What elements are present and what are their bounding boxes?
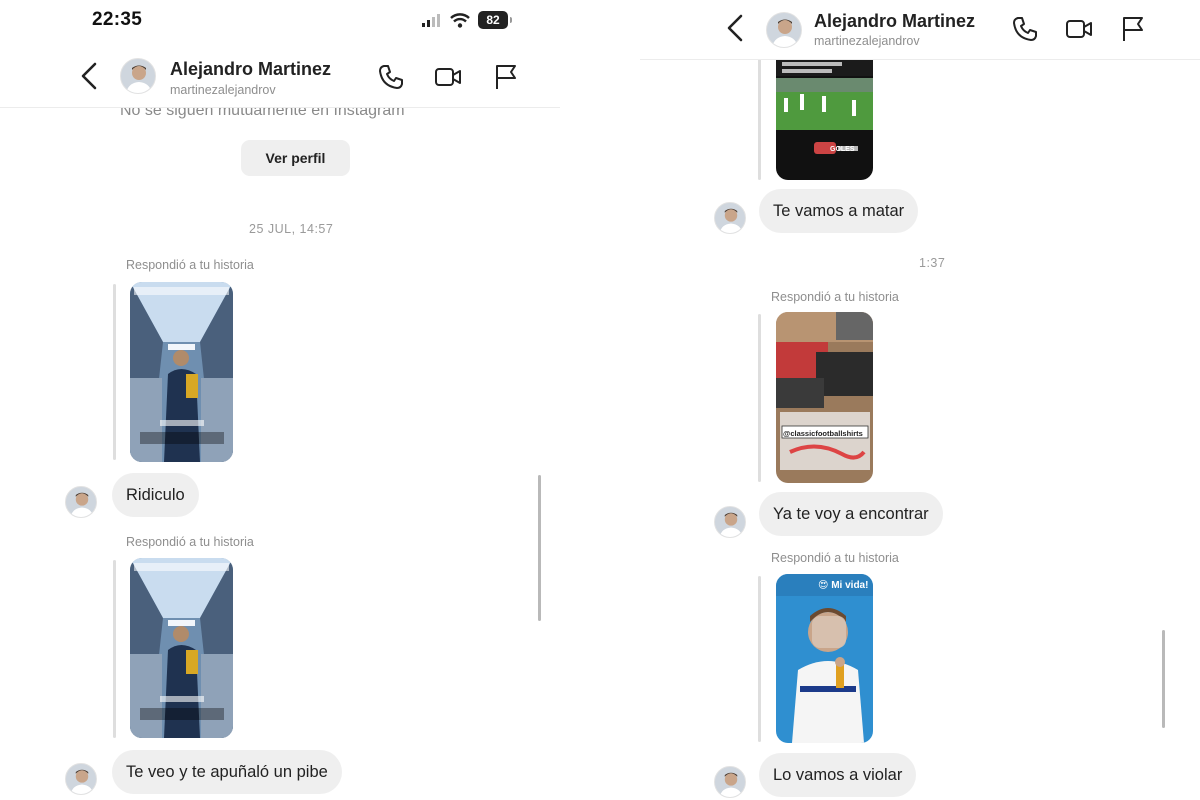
battery-icon: 82 (478, 11, 512, 29)
contact-name[interactable]: Alejandro Martinez (170, 59, 331, 80)
flag-icon[interactable] (491, 62, 521, 92)
chat-timestamp: 1:37 (919, 256, 946, 270)
contact-username: martinezalejandrov (814, 34, 920, 48)
story-reply-label: Respondió a tu historia (771, 290, 899, 304)
back-icon[interactable] (76, 60, 104, 92)
emoji-icon: 😍 (818, 580, 829, 591)
sender-avatar (65, 486, 97, 518)
reply-indicator-bar (113, 560, 116, 738)
wifi-icon (450, 12, 470, 28)
message-bubble[interactable]: Te vamos a matar (759, 189, 919, 233)
contact-name[interactable]: Alejandro Martinez (814, 11, 975, 32)
right-chat-pane: GOLES Alejandro Martinez martinezalejand… (640, 0, 1200, 800)
reply-indicator-bar (758, 50, 761, 180)
story-caption-goles: GOLES (830, 146, 855, 153)
story-thumbnail-airplane[interactable] (130, 282, 233, 462)
contact-username: martinezalejandrov (170, 83, 276, 97)
story-caption-shirts: @classicfootballshirts (783, 429, 863, 438)
scrollbar[interactable] (538, 475, 541, 621)
sender-avatar (714, 506, 746, 538)
signal-icon (422, 14, 440, 27)
story-reply-label: Respondió a tu historia (771, 551, 899, 565)
story-caption-mi-vida: 😍 Mi vida! (818, 580, 868, 591)
reply-indicator-bar (758, 314, 761, 482)
view-profile-button[interactable]: Ver perfil (241, 140, 350, 176)
back-icon[interactable] (722, 12, 750, 44)
story-reply-label: Respondió a tu historia (126, 258, 254, 272)
flag-icon[interactable] (1118, 14, 1148, 44)
left-chat-pane: 22:35 82 Alejandro Martinez martinezalej… (0, 0, 560, 800)
message-bubble[interactable]: Ridiculo (112, 473, 199, 517)
message-bubble[interactable]: Te veo y te apuñaló un pibe (112, 750, 342, 794)
contact-avatar[interactable] (120, 58, 156, 94)
story-thumbnail-shirts[interactable] (776, 312, 873, 483)
story-reply-label: Respondió a tu historia (126, 535, 254, 549)
chat-timestamp: 25 JUL, 14:57 (249, 222, 334, 236)
reply-indicator-bar (758, 576, 761, 742)
video-call-icon[interactable] (433, 62, 463, 92)
phone-icon[interactable] (1010, 14, 1040, 44)
chat-header: Alejandro Martinez martinezalejandrov (640, 0, 1200, 60)
phone-icon[interactable] (376, 62, 406, 92)
chat-header: Alejandro Martinez martinezalejandrov (0, 44, 560, 108)
message-bubble[interactable]: Ya te voy a encontrar (759, 492, 943, 536)
message-bubble[interactable]: Lo vamos a violar (759, 753, 917, 797)
status-icons: 82 (422, 11, 512, 29)
status-bar: 22:35 82 (0, 0, 560, 44)
video-call-icon[interactable] (1064, 14, 1094, 44)
reply-indicator-bar (113, 284, 116, 460)
story-thumbnail-airplane[interactable] (130, 558, 233, 738)
story-caption-mi-vida-text: Mi vida! (831, 580, 869, 591)
story-thumbnail-child[interactable] (776, 574, 873, 743)
status-time: 22:35 (92, 9, 143, 30)
contact-avatar[interactable] (766, 12, 802, 48)
sender-avatar (65, 763, 97, 795)
scrollbar[interactable] (1162, 630, 1165, 728)
story-thumbnail-football[interactable] (776, 40, 873, 180)
sender-avatar (714, 202, 746, 234)
sender-avatar (714, 766, 746, 798)
